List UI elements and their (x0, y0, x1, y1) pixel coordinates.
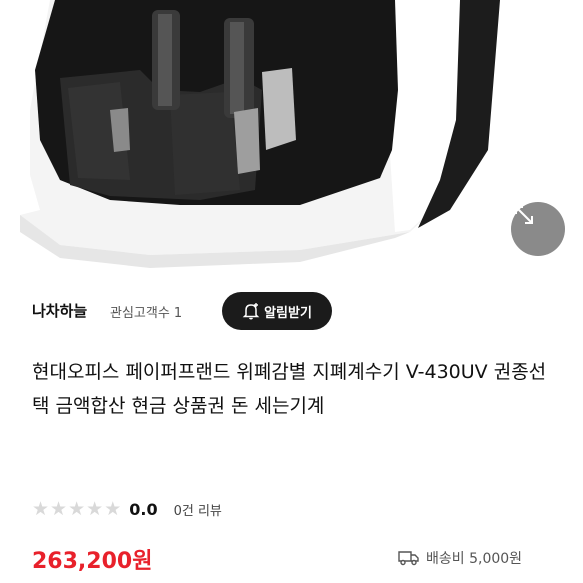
star-icon: ★ (32, 498, 50, 520)
store-name[interactable]: 나차하늘 (32, 300, 87, 321)
product-image[interactable] (0, 0, 583, 276)
store-fan-count: 관심고객수 1 (110, 306, 183, 321)
product-title: 현대오피스 페이퍼프랜드 위폐감별 지폐계수기 V-430UV 권종선택 금액합… (32, 361, 547, 417)
alarm-subscribe-button[interactable]: 알림받기 (222, 292, 332, 330)
rating-stars: ★ ★ ★ ★ ★ (32, 499, 122, 519)
product-price: 263,200원 (32, 549, 153, 574)
star-icon: ★ (50, 498, 68, 520)
expand-image-button[interactable] (511, 202, 565, 256)
bill-counter-illustration (0, 0, 500, 268)
rating-summary[interactable]: ★ ★ ★ ★ ★ 0.0 0건 리뷰 (32, 497, 222, 521)
star-icon: ★ (104, 498, 122, 520)
truck-icon (398, 551, 419, 566)
star-icon: ★ (68, 498, 86, 520)
alarm-subscribe-label: 알림받기 (264, 305, 312, 321)
star-icon: ★ (86, 498, 104, 520)
shipping-fee-label: 배송비 5,000원 (426, 551, 523, 567)
bell-plus-icon (242, 303, 260, 320)
shipping-fee: 배송비 5,000원 (398, 548, 522, 568)
store-info: 나차하늘 관심고객수 1 알림받기 (32, 290, 552, 334)
rating-value: 0.0 (129, 499, 158, 519)
expand-arrows-icon (515, 206, 533, 224)
review-count[interactable]: 0건 리뷰 (174, 500, 222, 519)
